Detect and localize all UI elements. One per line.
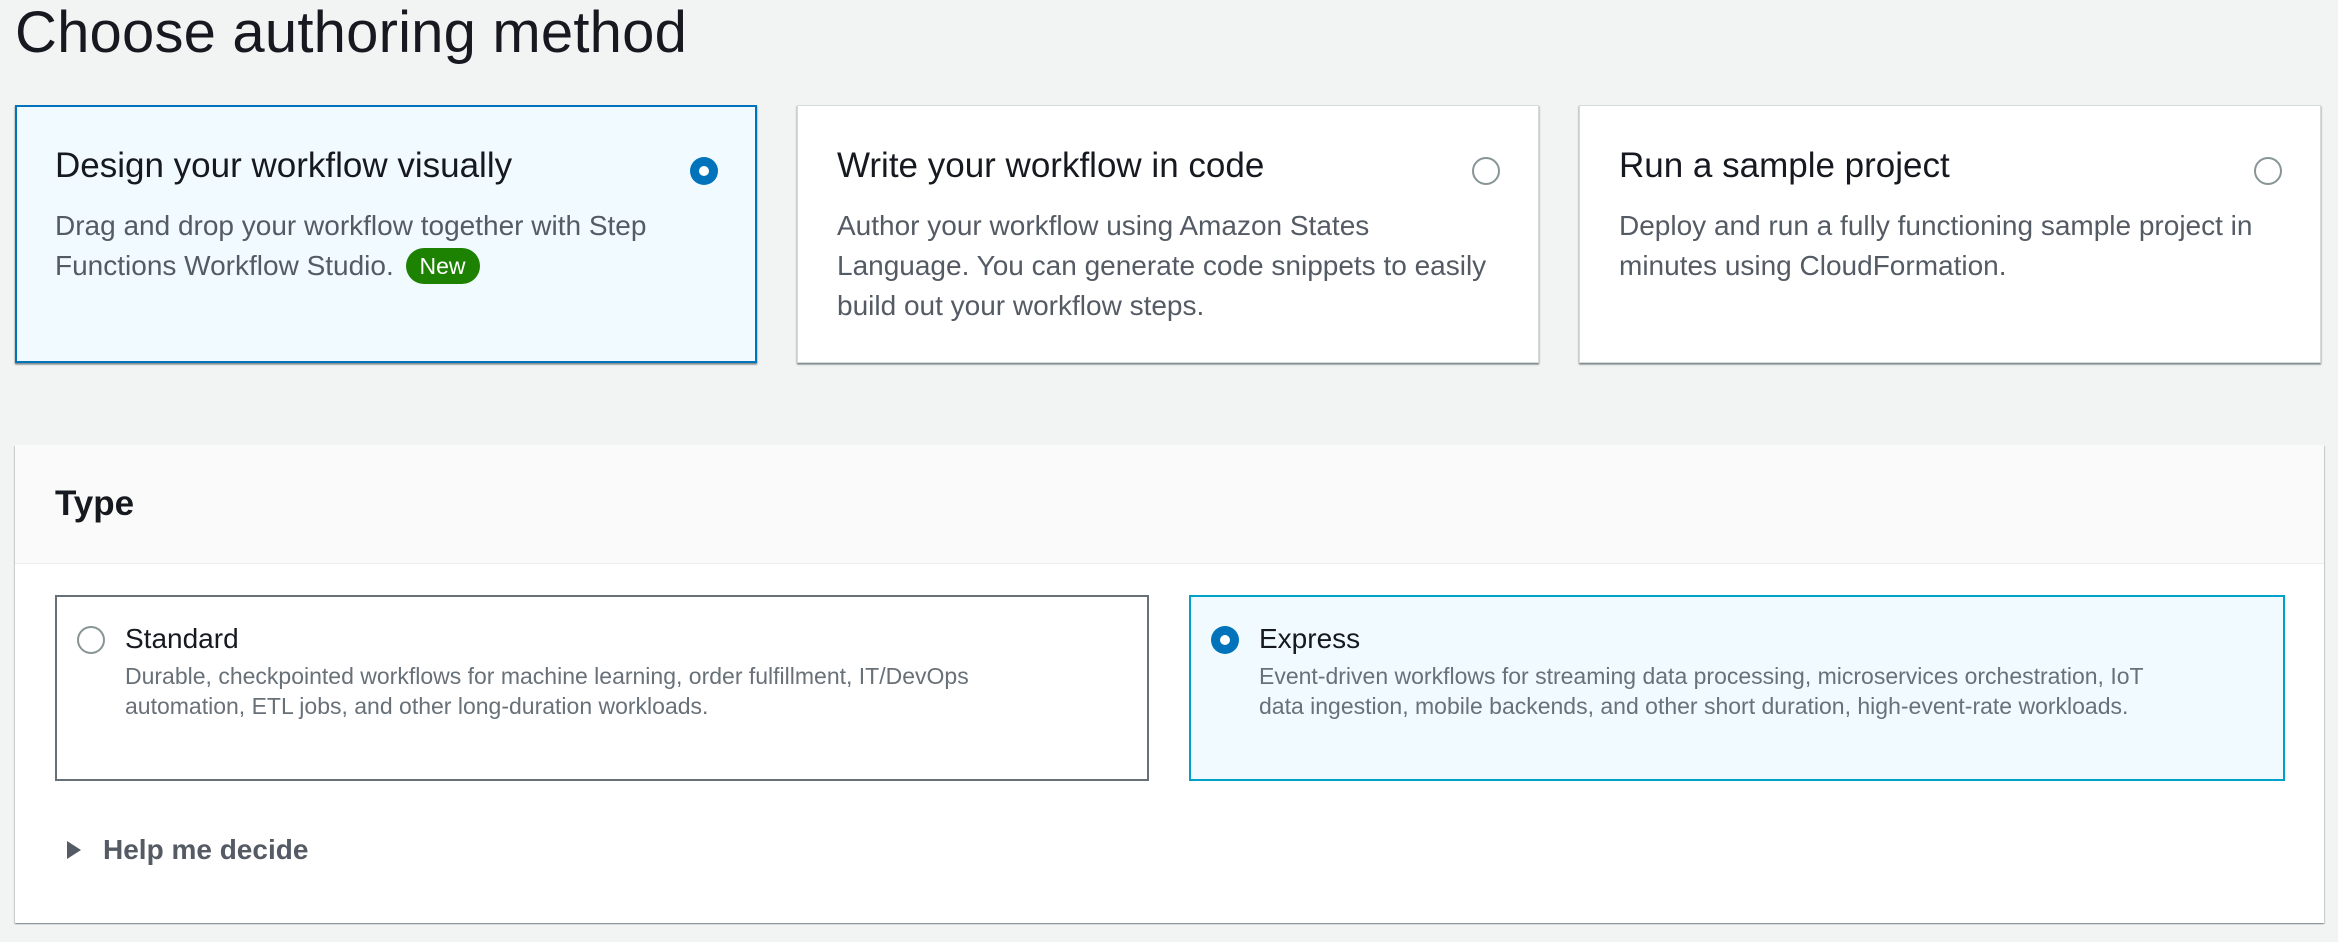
type-option-title: Express — [1259, 623, 1361, 654]
method-description: Deploy and run a fully functioning sampl… — [1619, 210, 2253, 281]
method-card-design-visually[interactable]: Design your workflow visually Drag and d… — [15, 105, 757, 363]
type-option-description: Event-driven workflows for streaming dat… — [1259, 663, 2144, 719]
help-me-decide-label: Help me decide — [103, 834, 309, 865]
radio-design-visually[interactable] — [690, 157, 718, 185]
method-description: Author your workflow using Amazon States… — [837, 210, 1487, 321]
radio-express[interactable] — [1211, 626, 1239, 654]
method-description-text: Drag and drop your workflow together wit… — [55, 210, 647, 281]
type-option-express[interactable]: Express Event-driven workflows for strea… — [1189, 595, 2285, 781]
radio-write-code[interactable] — [1472, 157, 1500, 185]
method-description: Drag and drop your workflow together wit… — [55, 206, 720, 286]
method-card-sample-project[interactable]: Run a sample project Deploy and run a fu… — [1579, 105, 2321, 363]
new-badge: New — [405, 247, 480, 284]
method-title: Design your workflow visually — [55, 146, 513, 185]
type-option-standard[interactable]: Standard Durable, checkpointed workflows… — [55, 595, 1149, 781]
type-option-description: Durable, checkpointed workflows for mach… — [125, 663, 969, 719]
method-title: Write your workflow in code — [837, 146, 1265, 185]
radio-standard[interactable] — [77, 626, 105, 654]
method-card-write-code[interactable]: Write your workflow in code Author your … — [797, 105, 1539, 363]
radio-sample-project[interactable] — [2254, 157, 2282, 185]
type-container: Type Standard Durable, checkpointed work… — [15, 445, 2324, 923]
type-option-title: Standard — [125, 623, 239, 654]
caret-right-icon — [67, 841, 81, 859]
type-heading: Type — [55, 484, 135, 523]
method-title: Run a sample project — [1619, 146, 1950, 185]
page-title: Choose authoring method — [15, 0, 688, 65]
type-header: Type — [15, 445, 2324, 564]
help-me-decide-toggle[interactable]: Help me decide — [67, 832, 308, 868]
